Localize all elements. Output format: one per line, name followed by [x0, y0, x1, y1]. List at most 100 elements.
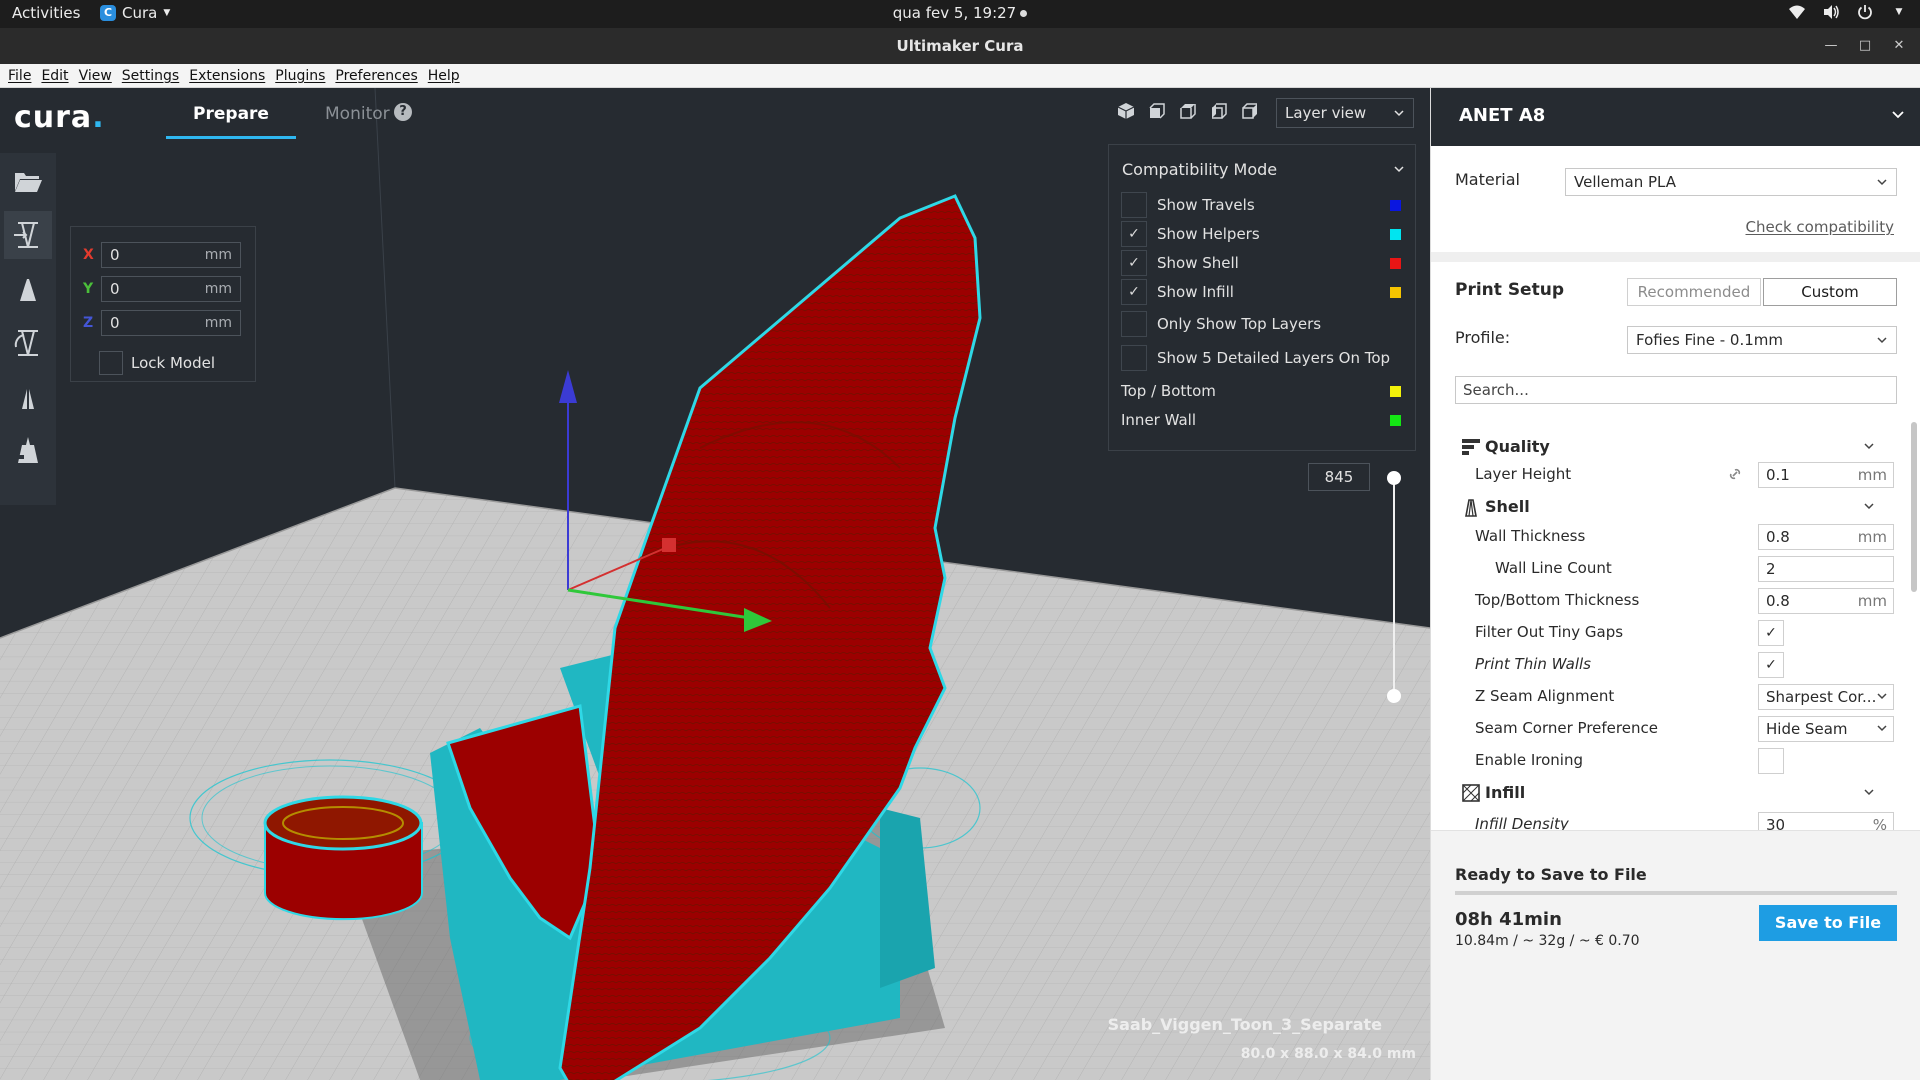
setting-layer-height[interactable]: Layer Height 0.1 mm [1431, 460, 1901, 488]
settings-list: Quality Layer Height 0.1 mm Shell Wall Th… [1431, 418, 1920, 832]
cura-app-icon: C [100, 5, 116, 21]
menu-view[interactable]: View [74, 68, 117, 84]
enable-ironing-checkbox[interactable] [1758, 748, 1784, 774]
show-helpers-row[interactable]: ✓ Show Helpers [1121, 220, 1405, 248]
settings-scrollbar[interactable] [1911, 422, 1917, 592]
link-icon[interactable] [1727, 466, 1743, 482]
z-seam-alignment-dropdown[interactable]: Sharpest Cor... [1758, 684, 1894, 710]
view-mode-dropdown[interactable]: Layer view [1276, 98, 1414, 128]
show-helpers-checkbox[interactable]: ✓ [1121, 221, 1147, 247]
tab-prepare[interactable]: Prepare [166, 104, 296, 124]
menu-extensions[interactable]: Extensions [184, 68, 270, 84]
z-coordinate-input[interactable]: 0 mm [101, 310, 241, 336]
top-bottom-thickness-input[interactable]: 0.8 mm [1758, 588, 1894, 614]
setting-wall-thickness[interactable]: Wall Thickness 0.8 mm [1431, 522, 1901, 550]
setting-label: Top/Bottom Thickness [1475, 591, 1640, 609]
view-front-icon[interactable] [1147, 101, 1167, 121]
scale-tool-button[interactable] [4, 265, 52, 313]
view-top-icon[interactable] [1178, 101, 1198, 121]
show-travels-row[interactable]: Show Travels [1121, 191, 1405, 219]
only-top-layers-label: Only Show Top Layers [1157, 315, 1322, 333]
setting-top-bottom-thickness[interactable]: Top/Bottom Thickness 0.8 mm [1431, 586, 1901, 614]
recommended-mode-button[interactable]: Recommended [1627, 278, 1761, 306]
volume-icon[interactable] [1822, 3, 1840, 21]
setting-seam-corner-preference[interactable]: Seam Corner Preference Hide Seam [1431, 714, 1901, 742]
only-top-layers-row[interactable]: Only Show Top Layers [1121, 310, 1405, 338]
activities-button[interactable]: Activities [12, 4, 80, 22]
maximize-icon[interactable]: □ [1854, 34, 1876, 56]
wall-thickness-input[interactable]: 0.8 mm [1758, 524, 1894, 550]
chevron-down-icon [1863, 438, 1875, 456]
view-3d-icon[interactable] [1116, 101, 1136, 121]
setting-enable-ironing[interactable]: Enable Ironing [1431, 746, 1901, 774]
only-top-layers-checkbox[interactable] [1121, 311, 1147, 337]
layer-slider-track[interactable] [1393, 478, 1395, 696]
move-tool-button[interactable] [4, 211, 52, 259]
wall-line-count-input[interactable]: 2 [1758, 556, 1894, 582]
setting-print-thin-walls[interactable]: Print Thin Walls ✓ [1431, 650, 1901, 678]
lock-model-row[interactable]: Lock Model [99, 351, 215, 375]
save-to-file-button[interactable]: Save to File [1759, 905, 1897, 941]
setting-filter-tiny-gaps[interactable]: Filter Out Tiny Gaps ✓ [1431, 618, 1901, 646]
menu-plugins[interactable]: Plugins [270, 68, 330, 84]
menu-settings[interactable]: Settings [117, 68, 184, 84]
profile-dropdown[interactable]: Fofies Fine - 0.1mm [1627, 326, 1897, 354]
check-compatibility-link[interactable]: Check compatibility [1746, 218, 1895, 236]
chevron-down-icon [1891, 106, 1905, 125]
y-coordinate-input[interactable]: 0 mm [101, 276, 241, 302]
tab-monitor[interactable]: Monitor [325, 104, 390, 124]
3d-viewport[interactable]: cura. Prepare Monitor ? X 0 mm Y 0 mm Z … [0, 88, 1430, 1080]
layer-slider-bottom-handle[interactable] [1387, 689, 1401, 703]
seam-corner-preference-dropdown[interactable]: Hide Seam [1758, 716, 1894, 742]
category-quality[interactable]: Quality [1431, 432, 1901, 460]
y-coordinate-row: Y 0 mm [83, 275, 241, 303]
view-left-icon[interactable] [1209, 101, 1229, 121]
menu-help[interactable]: Help [423, 68, 465, 84]
system-tray[interactable]: ▼ [1788, 3, 1908, 21]
close-icon[interactable]: ✕ [1888, 34, 1910, 56]
setting-z-seam-alignment[interactable]: Z Seam Alignment Sharpest Cor... [1431, 682, 1901, 710]
filter-tiny-gaps-checkbox[interactable]: ✓ [1758, 620, 1784, 646]
show-shell-checkbox[interactable]: ✓ [1121, 250, 1147, 276]
menu-edit[interactable]: Edit [36, 68, 73, 84]
show-infill-row[interactable]: ✓ Show Infill [1121, 278, 1405, 306]
settings-search-input[interactable]: Search... [1455, 376, 1897, 404]
setting-wall-line-count[interactable]: Wall Line Count 2 [1431, 554, 1901, 582]
view-right-icon[interactable] [1240, 101, 1260, 121]
detailed-layers-row[interactable]: Show 5 Detailed Layers On Top [1121, 344, 1405, 372]
category-shell[interactable]: Shell [1431, 492, 1901, 520]
help-icon[interactable]: ? [394, 103, 412, 121]
lock-model-checkbox[interactable] [99, 351, 123, 375]
layer-height-input[interactable]: 0.1 mm [1758, 462, 1894, 488]
material-dropdown[interactable]: Velleman PLA [1565, 168, 1897, 196]
current-layer-input[interactable]: 845 [1308, 463, 1370, 491]
mirror-tool-button[interactable] [4, 373, 52, 421]
caret-down-icon[interactable]: ▼ [1890, 3, 1908, 21]
show-helpers-label: Show Helpers [1157, 225, 1260, 243]
chevron-down-icon [1876, 174, 1888, 192]
printer-selector[interactable]: ANET A8 [1431, 88, 1920, 146]
rotate-tool-button[interactable] [4, 319, 52, 367]
custom-mode-button[interactable]: Custom [1763, 278, 1897, 306]
z-axis-label: Z [83, 315, 94, 331]
show-infill-checkbox[interactable]: ✓ [1121, 279, 1147, 305]
x-coordinate-input[interactable]: 0 mm [101, 242, 241, 268]
layer-slider-top-handle[interactable] [1387, 471, 1401, 485]
app-menu[interactable]: C Cura ▼ [100, 4, 170, 22]
power-icon[interactable] [1856, 3, 1874, 21]
window-title-bar[interactable]: Ultimaker Cura — □ ✕ [0, 28, 1920, 64]
legend-inner-wall: Inner Wall [1121, 406, 1405, 434]
open-file-button[interactable] [4, 157, 52, 205]
clock[interactable]: qua fev 5, 19:27 [893, 4, 1028, 22]
menu-file[interactable]: File [3, 68, 36, 84]
x-coordinate-row: X 0 mm [83, 241, 241, 269]
show-travels-checkbox[interactable] [1121, 192, 1147, 218]
chevron-down-icon[interactable] [1393, 160, 1405, 179]
show-shell-row[interactable]: ✓ Show Shell [1121, 249, 1405, 277]
wifi-icon[interactable] [1788, 3, 1806, 21]
detailed-layers-checkbox[interactable] [1121, 345, 1147, 371]
minimize-icon[interactable]: — [1820, 34, 1842, 56]
print-thin-walls-checkbox[interactable]: ✓ [1758, 652, 1784, 678]
menu-preferences[interactable]: Preferences [330, 68, 422, 84]
per-model-settings-button[interactable] [4, 427, 52, 475]
